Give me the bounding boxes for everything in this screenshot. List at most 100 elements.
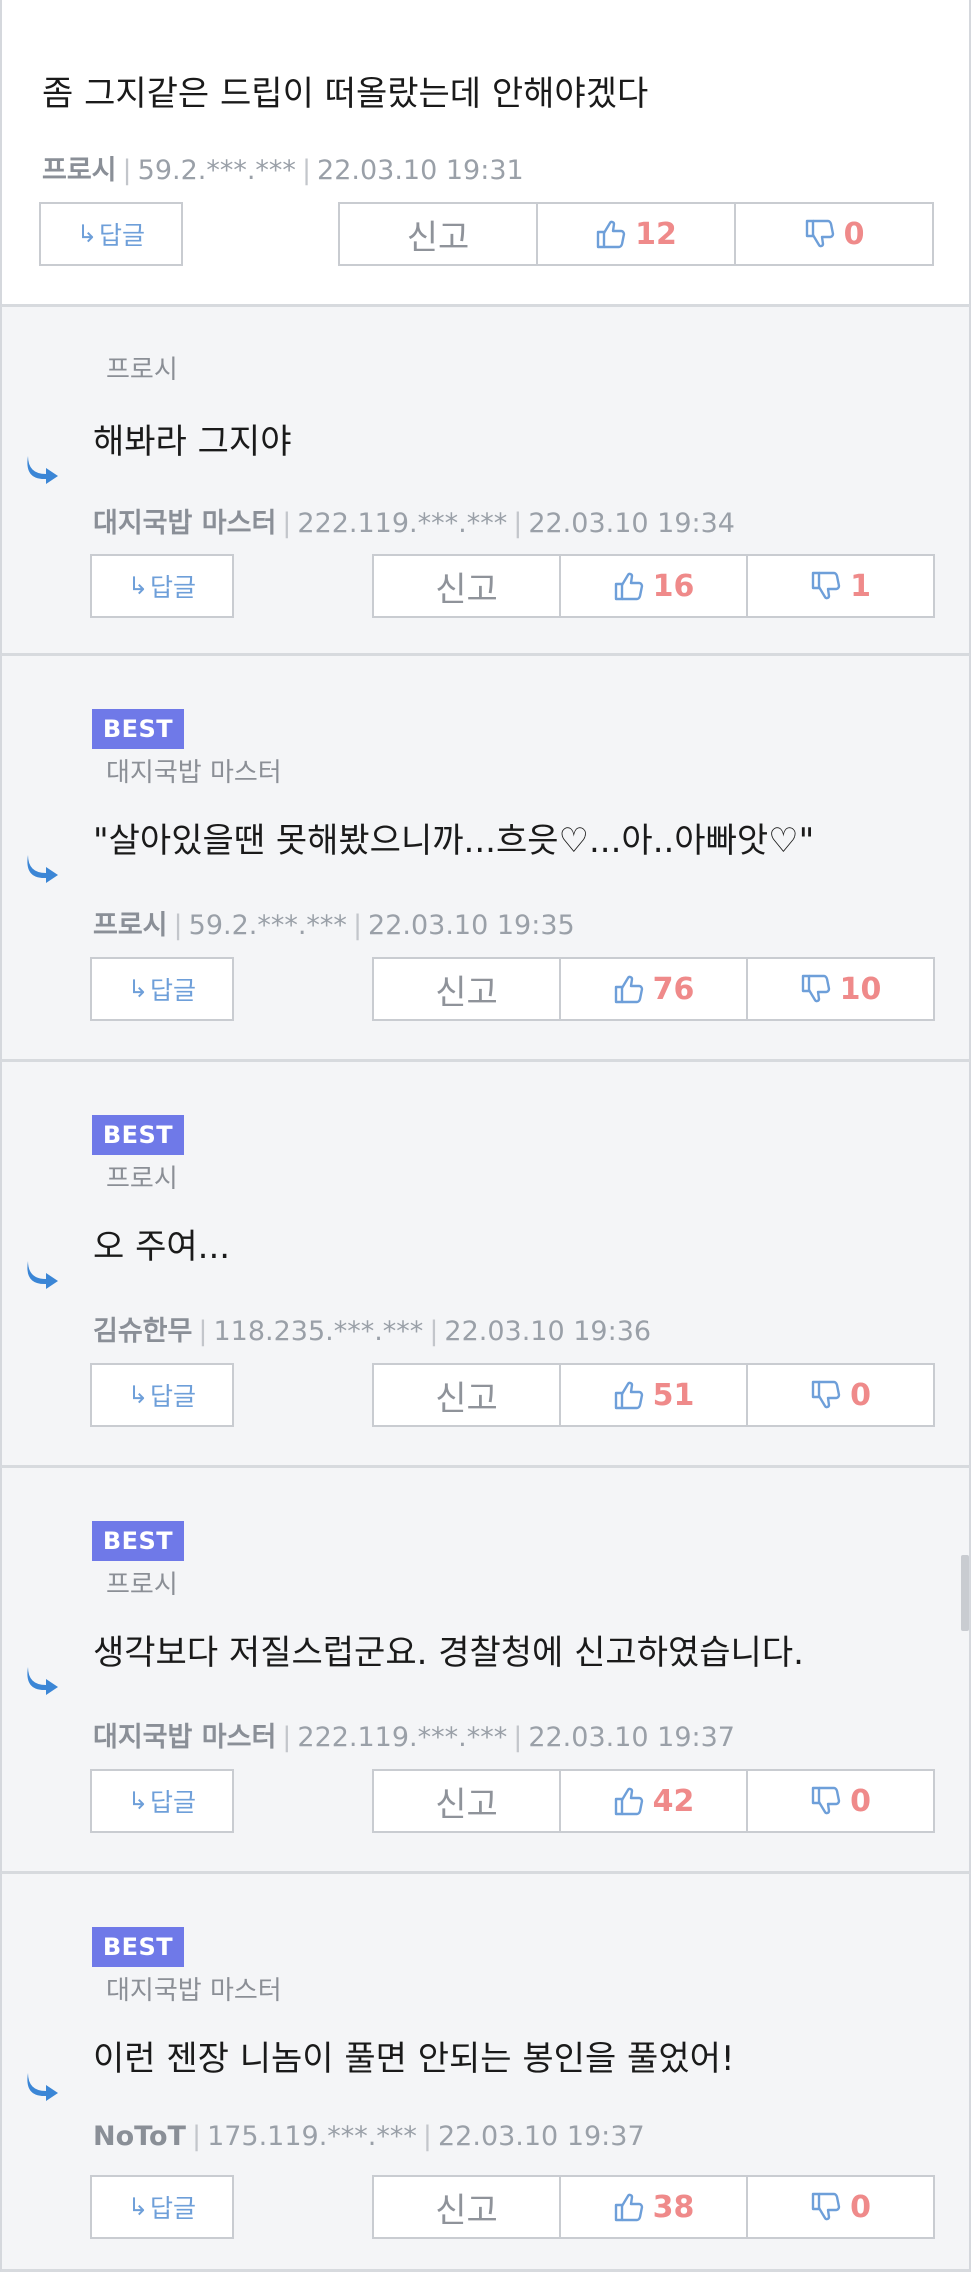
best-badge: BEST [92, 709, 184, 749]
dislike-count: 1 [850, 568, 871, 604]
meta-separator: | [198, 1316, 208, 1347]
comment-author[interactable]: 프로시 [93, 910, 168, 941]
parent-author-label: 프로시 [106, 1164, 178, 1194]
dislike-count: 0 [850, 1377, 871, 1413]
report-button[interactable]: 신고 [374, 959, 559, 1019]
meta-separator: | [282, 508, 292, 539]
comment-text: 오 주여... [93, 1227, 231, 1267]
comment-date: 22.03.10 19:37 [438, 2121, 645, 2152]
like-button[interactable]: 16 [559, 556, 746, 616]
reply-small-arrow-icon: ↳ [76, 220, 98, 248]
like-button[interactable]: 38 [559, 2177, 746, 2237]
comment-author[interactable]: 대지국밥 마스터 [93, 508, 276, 539]
report-button-label: 신고 [435, 972, 498, 1013]
reply-button-label: 답글 [150, 573, 197, 602]
dislike-button[interactable]: 10 [746, 959, 933, 1019]
comment-ip: 222.119.***.*** [297, 508, 508, 539]
comment-item: 프로시 해봐라 그지야 대지국밥 마스터 | 222.119.***.*** | 22.03… [0, 307, 971, 656]
parent-author-label: 대지국밥 마스터 [106, 1976, 282, 2006]
dislike-button[interactable]: 0 [746, 2177, 933, 2237]
reply-arrow-icon [27, 1261, 58, 1289]
dislike-button[interactable]: 0 [734, 204, 932, 264]
thumbs-up-icon [614, 1787, 643, 1816]
reply-button[interactable]: ↳ 답글 [39, 202, 183, 266]
comment-meta: 프로시 | 59.2.***.*** | 22.03.10 19:31 [42, 148, 524, 187]
dislike-count: 0 [850, 2189, 871, 2225]
scrollbar-thumb[interactable] [961, 1555, 969, 1631]
comment-date: 22.03.10 19:36 [444, 1316, 652, 1347]
thumbs-up-icon [614, 1381, 643, 1410]
like-button[interactable]: 12 [536, 204, 734, 264]
meta-separator: | [173, 910, 183, 941]
report-button[interactable]: 신고 [340, 204, 536, 264]
comment-date: 22.03.10 19:34 [528, 508, 735, 539]
comment-item: BEST 대지국밥 마스터이런 젠장 니놈이 풀면 안되는 봉인을 풀었어! NoT… [0, 1874, 971, 2272]
best-badge: BEST [92, 1115, 184, 1155]
comment-author[interactable]: 프로시 [42, 155, 117, 186]
comment-author[interactable]: 대지국밥 마스터 [93, 1722, 276, 1753]
comment-author[interactable]: 김슈한무 [93, 1316, 192, 1347]
reply-button-label: 답글 [150, 976, 197, 1005]
report-button-label: 신고 [435, 1784, 498, 1825]
parent-author-label: 프로시 [106, 355, 178, 385]
like-count: 16 [652, 568, 695, 604]
comment-text: 이런 젠장 니놈이 풀면 안되는 봉인을 풀었어! [93, 2039, 735, 2079]
comment-date: 22.03.10 19:35 [368, 910, 575, 941]
comment-item: BEST 대지국밥 마스터 "살아있을땐 못해봤으니까...흐읏♡...아..아빠앗… [0, 656, 971, 1062]
comment-actions: 신고 16 1 [372, 554, 935, 618]
comment-ip: 59.2.***.*** [188, 910, 347, 941]
dislike-button[interactable]: 1 [746, 556, 933, 616]
meta-separator: | [282, 1722, 292, 1753]
dislike-button[interactable]: 0 [746, 1771, 933, 1831]
reply-button-label: 답글 [99, 221, 146, 250]
reply-button[interactable]: ↳ 답글 [90, 1363, 234, 1427]
like-button[interactable]: 42 [559, 1771, 746, 1831]
comment-actions: 신고 38 0 [372, 2175, 935, 2239]
meta-separator: | [301, 155, 312, 186]
reply-button[interactable]: ↳ 답글 [90, 554, 234, 618]
meta-separator: | [191, 2121, 202, 2152]
reply-button[interactable]: ↳ 답글 [90, 957, 234, 1021]
like-count: 76 [652, 971, 695, 1007]
comment-item: BEST 프로시오 주여... 김슈한무 | 118.235.***.*** | 22.03… [0, 1062, 971, 1468]
reply-arrow-icon [27, 1667, 58, 1695]
meta-separator: | [429, 1316, 439, 1347]
reply-button[interactable]: ↳ 답글 [90, 1769, 234, 1833]
dislike-button[interactable]: 0 [746, 1365, 933, 1425]
report-button-label: 신고 [435, 569, 498, 610]
comment-meta: 김슈한무 | 118.235.***.*** | 22.03.10 19:36 [93, 1309, 651, 1348]
reply-arrow-icon [27, 855, 58, 883]
comment-text: "살아있을땐 못해봤으니까...흐읏♡...아..아빠앗♡" [93, 821, 815, 861]
reply-small-arrow-icon: ↳ [127, 1787, 149, 1815]
comment-author[interactable]: NoToT [93, 2121, 186, 2152]
report-button-label: 신고 [406, 217, 470, 258]
comment-list: 좀 그지같은 드립이 떠올랐는데 안해야겠다 프로시 | 59.2.***.*** | 2… [0, 0, 971, 2272]
reply-small-arrow-icon: ↳ [127, 572, 149, 600]
report-button[interactable]: 신고 [374, 556, 559, 616]
best-badge: BEST [92, 1521, 184, 1561]
thumbs-up-icon [614, 2193, 643, 2222]
reply-small-arrow-icon: ↳ [127, 2193, 149, 2221]
thumbs-down-icon [811, 1380, 841, 1409]
thumbs-down-icon [811, 571, 841, 600]
comment-ip: 59.2.***.*** [137, 155, 296, 186]
reply-button-label: 답글 [150, 1382, 197, 1411]
reply-button[interactable]: ↳ 답글 [90, 2175, 234, 2239]
thumbs-down-icon [811, 1786, 841, 1815]
like-button[interactable]: 76 [559, 959, 746, 1019]
report-button[interactable]: 신고 [374, 1365, 559, 1425]
comment-actions: 신고 76 10 [372, 957, 935, 1021]
like-count: 51 [652, 1377, 695, 1413]
like-count: 12 [635, 216, 677, 252]
comment-text: 해봐라 그지야 [93, 422, 292, 462]
like-button[interactable]: 51 [559, 1365, 746, 1425]
comment-date: 22.03.10 19:37 [528, 1722, 735, 1753]
report-button[interactable]: 신고 [374, 2177, 559, 2237]
comment-item: 좀 그지같은 드립이 떠올랐는데 안해야겠다 프로시 | 59.2.***.*** | 2… [0, 0, 971, 307]
reply-button-label: 답글 [150, 1788, 197, 1817]
thumbs-up-icon [614, 975, 643, 1004]
best-badge: BEST [92, 1927, 184, 1967]
dislike-count: 0 [850, 1783, 871, 1819]
report-button[interactable]: 신고 [374, 1771, 559, 1831]
like-count: 38 [652, 2189, 695, 2225]
